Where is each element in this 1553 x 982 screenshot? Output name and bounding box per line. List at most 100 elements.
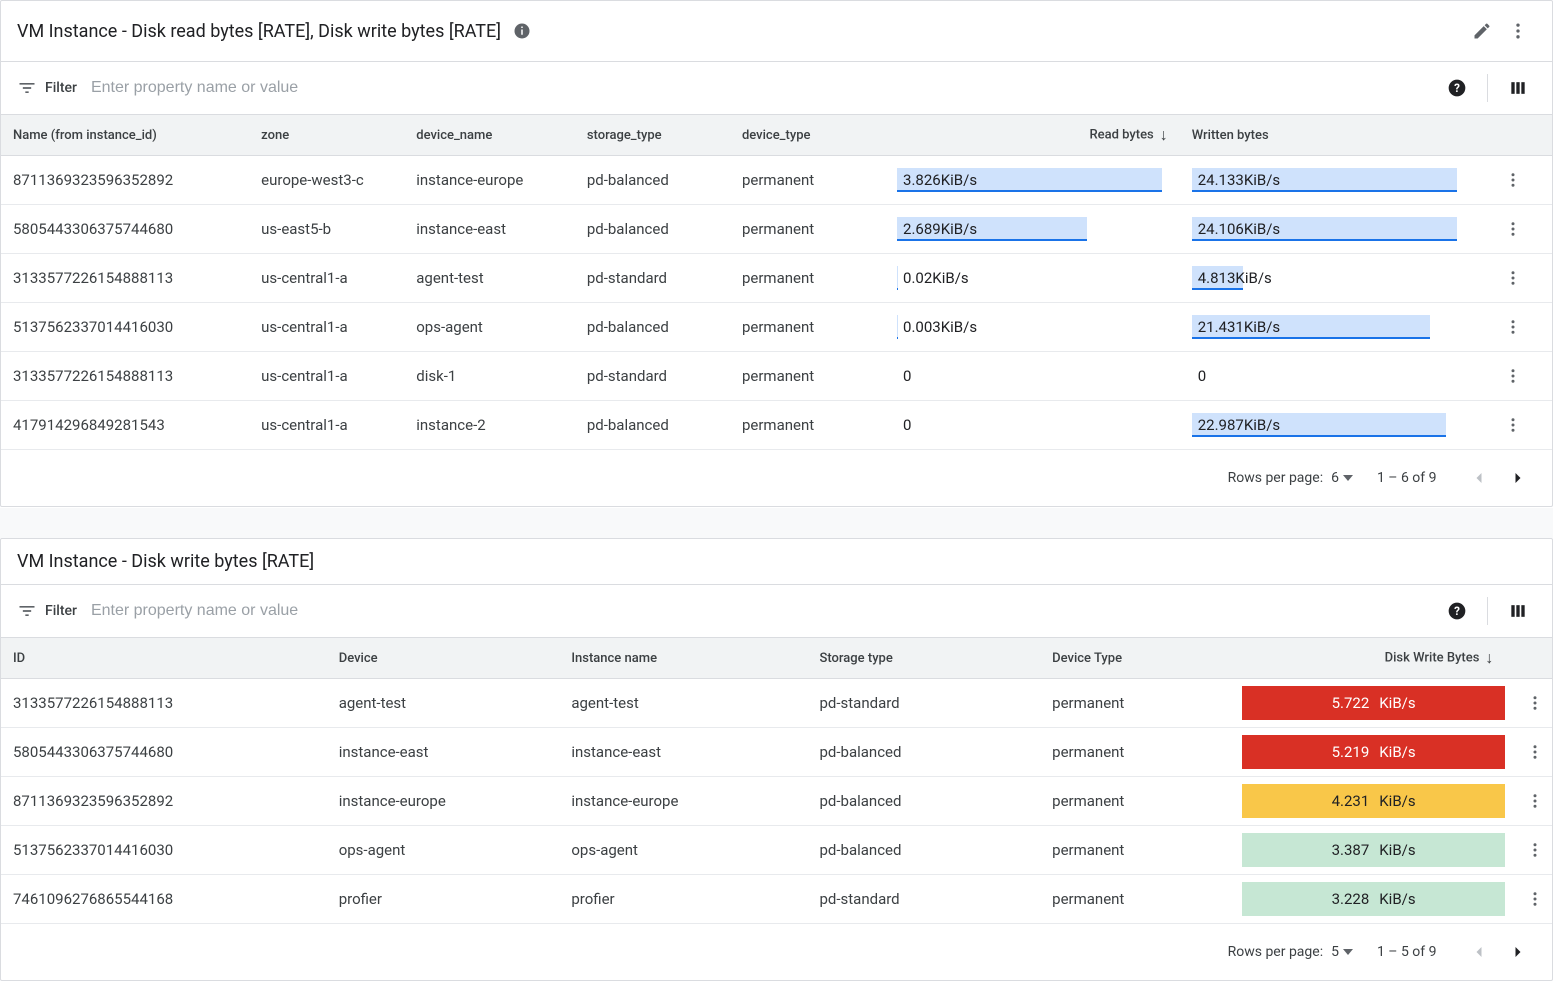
help-icon[interactable]: ?: [1439, 70, 1475, 106]
filter-list-icon: [17, 78, 37, 98]
cell-id: 5805443306375744680: [1, 728, 327, 777]
cell-device-type: permanent: [730, 352, 885, 401]
cell-name: 5805443306375744680: [1, 205, 249, 254]
info-icon[interactable]: [513, 22, 531, 40]
cell-storage-type: pd-standard: [575, 254, 730, 303]
cell-device-type: permanent: [730, 254, 885, 303]
col-zone[interactable]: zone: [249, 115, 404, 156]
cell-id: 5137562337014416030: [1, 826, 327, 875]
cell-read-bytes: 3.826KiB/s: [885, 156, 1180, 205]
help-icon[interactable]: ?: [1439, 593, 1475, 629]
cell-disk-write: 5.722KiB/s: [1242, 679, 1506, 728]
col-written-bytes[interactable]: Written bytes: [1180, 115, 1475, 156]
col-id[interactable]: ID: [1, 638, 327, 679]
rpp-select[interactable]: 6: [1331, 470, 1353, 486]
table-row: 5137562337014416030us-central1-aops-agen…: [1, 303, 1552, 352]
row-more-icon[interactable]: [1495, 309, 1531, 345]
cell-read-bytes: 2.689KiB/s: [885, 205, 1180, 254]
col-device-type[interactable]: device_type: [730, 115, 885, 156]
more-vert-icon[interactable]: [1500, 13, 1536, 49]
cell-storage-type: pd-standard: [575, 352, 730, 401]
row-more-icon[interactable]: [1495, 260, 1531, 296]
row-more-icon[interactable]: [1495, 358, 1531, 394]
cell-read-bytes: 0.003KiB/s: [885, 303, 1180, 352]
table-row: 8711369323596352892europe-west3-cinstanc…: [1, 156, 1552, 205]
cell-read-bytes: 0: [885, 352, 1180, 401]
cell-zone: us-central1-a: [249, 254, 404, 303]
row-more-icon[interactable]: [1517, 685, 1553, 721]
cell-device: profier: [327, 875, 560, 924]
col-device-name[interactable]: device_name: [404, 115, 575, 156]
cell-device-type: permanent: [1040, 777, 1242, 826]
next-page-icon[interactable]: [1500, 460, 1536, 496]
table-row: 5805443306375744680us-east5-binstance-ea…: [1, 205, 1552, 254]
row-more-icon[interactable]: [1495, 162, 1531, 198]
columns-icon[interactable]: [1500, 70, 1536, 106]
cell-device: ops-agent: [327, 826, 560, 875]
row-more-icon[interactable]: [1517, 881, 1553, 917]
col-disk-write[interactable]: Disk Write Bytes↓: [1242, 638, 1506, 679]
row-more-icon[interactable]: [1495, 211, 1531, 247]
filter-input[interactable]: [89, 78, 1427, 98]
cell-device-type: permanent: [1040, 875, 1242, 924]
cell-written-bytes: 22.987KiB/s: [1180, 401, 1475, 450]
cell-storage-type: pd-balanced: [808, 777, 1041, 826]
cell-device: instance-east: [327, 728, 560, 777]
col-device-type[interactable]: Device Type: [1040, 638, 1242, 679]
cell-device-name: agent-test: [404, 254, 575, 303]
cell-instance-name: ops-agent: [559, 826, 807, 875]
col-device[interactable]: Device: [327, 638, 560, 679]
table-row: 7461096276865544168profierprofierpd-stan…: [1, 875, 1552, 924]
cell-device-type: permanent: [1040, 728, 1242, 777]
cell-name: 417914296849281543: [1, 401, 249, 450]
edit-icon[interactable]: [1464, 13, 1500, 49]
page-range: 1 – 6 of 9: [1377, 470, 1437, 486]
row-more-icon[interactable]: [1517, 783, 1553, 819]
cell-device-name: instance-east: [404, 205, 575, 254]
table-disk-rw: Name (from instance_id) zone device_name…: [1, 115, 1552, 450]
svg-text:?: ?: [1454, 604, 1460, 618]
cell-storage-type: pd-balanced: [808, 728, 1041, 777]
page-range: 1 – 5 of 9: [1377, 944, 1437, 960]
col-read-bytes[interactable]: Read bytes↓: [885, 115, 1180, 156]
cell-id: 3133577226154888113: [1, 679, 327, 728]
col-storage-type[interactable]: Storage type: [808, 638, 1041, 679]
cell-zone: us-central1-a: [249, 352, 404, 401]
cell-zone: europe-west3-c: [249, 156, 404, 205]
col-storage-type[interactable]: storage_type: [575, 115, 730, 156]
row-more-icon[interactable]: [1517, 734, 1553, 770]
cell-device-name: disk-1: [404, 352, 575, 401]
rpp-label: Rows per page:: [1228, 944, 1323, 960]
cell-device-name: instance-2: [404, 401, 575, 450]
cell-device-type: permanent: [730, 205, 885, 254]
sort-desc-icon: ↓: [1160, 125, 1168, 144]
next-page-icon[interactable]: [1500, 934, 1536, 970]
rpp-label: Rows per page:: [1228, 470, 1323, 486]
cell-instance-name: instance-east: [559, 728, 807, 777]
row-more-icon[interactable]: [1495, 407, 1531, 443]
cell-written-bytes: 0: [1180, 352, 1475, 401]
pagination: Rows per page: 6 1 – 6 of 9: [1, 450, 1552, 506]
filter-label: Filter: [45, 80, 77, 96]
cell-instance-name: profier: [559, 875, 807, 924]
cell-device-name: instance-europe: [404, 156, 575, 205]
col-instance-name[interactable]: Instance name: [559, 638, 807, 679]
cell-name: 8711369323596352892: [1, 156, 249, 205]
cell-written-bytes: 4.813KiB/s: [1180, 254, 1475, 303]
filter-label: Filter: [45, 603, 77, 619]
prev-page-icon: [1461, 460, 1497, 496]
cell-storage-type: pd-balanced: [808, 826, 1041, 875]
cell-device-type: permanent: [1040, 679, 1242, 728]
col-name[interactable]: Name (from instance_id): [1, 115, 249, 156]
cell-device-type: permanent: [730, 303, 885, 352]
panel-disk-read-write: VM Instance - Disk read bytes [RATE], Di…: [0, 0, 1553, 507]
filter-input[interactable]: [89, 601, 1427, 621]
cell-device-type: permanent: [1040, 826, 1242, 875]
cell-id: 7461096276865544168: [1, 875, 327, 924]
columns-icon[interactable]: [1500, 593, 1536, 629]
sort-desc-icon: ↓: [1485, 648, 1493, 667]
cell-storage-type: pd-standard: [808, 875, 1041, 924]
row-more-icon[interactable]: [1517, 832, 1553, 868]
panel-title: VM Instance - Disk write bytes [RATE]: [17, 551, 314, 572]
rpp-select[interactable]: 5: [1331, 944, 1353, 960]
